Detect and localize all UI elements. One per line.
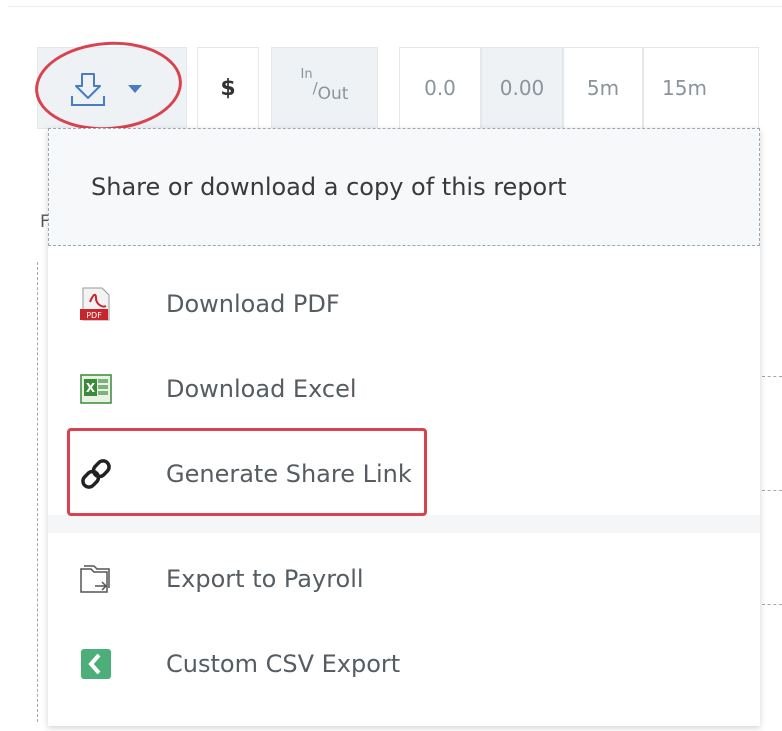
- excel-icon: X: [80, 373, 112, 404]
- download-pdf-label: Download PDF: [166, 289, 340, 318]
- download-excel-item[interactable]: X Download Excel: [48, 346, 760, 431]
- interval-15m-button[interactable]: 15m: [643, 47, 759, 129]
- menu-divider: [48, 515, 760, 533]
- interval-5m-button[interactable]: 5m: [563, 47, 643, 129]
- custom-csv-export-item[interactable]: Custom CSV Export: [48, 621, 760, 706]
- export-to-payroll-item[interactable]: Export to Payroll: [48, 536, 760, 621]
- download-pdf-item[interactable]: PDF Download PDF: [48, 261, 760, 346]
- dropdown-header: Share or download a copy of this report: [48, 128, 760, 246]
- svg-text:PDF: PDF: [86, 311, 102, 320]
- out-label: Out: [317, 84, 349, 104]
- share-download-dropdown: Share or download a copy of this report …: [48, 128, 760, 726]
- currency-toggle-button[interactable]: $: [197, 47, 259, 129]
- background-dashed-border: [37, 262, 38, 722]
- decimal-one-button[interactable]: 0.0: [399, 47, 481, 129]
- download-excel-label: Download Excel: [166, 374, 357, 403]
- background-dashed-border: [762, 376, 782, 377]
- annotation-highlight-rectangle: [67, 428, 427, 516]
- csv-export-icon: [81, 648, 111, 679]
- top-border: [8, 6, 782, 7]
- background-dashed-border: [762, 604, 782, 605]
- pdf-icon: PDF: [80, 287, 110, 320]
- decimal-two-button[interactable]: 0.00: [481, 47, 563, 129]
- custom-csv-export-label: Custom CSV Export: [166, 649, 401, 678]
- folder-export-icon: [80, 564, 110, 593]
- background-dashed-border: [762, 490, 782, 491]
- export-to-payroll-label: Export to Payroll: [166, 564, 364, 593]
- in-label: In: [300, 66, 313, 82]
- svg-text:X: X: [86, 381, 96, 395]
- in-out-toggle-button[interactable]: In / Out: [271, 47, 378, 129]
